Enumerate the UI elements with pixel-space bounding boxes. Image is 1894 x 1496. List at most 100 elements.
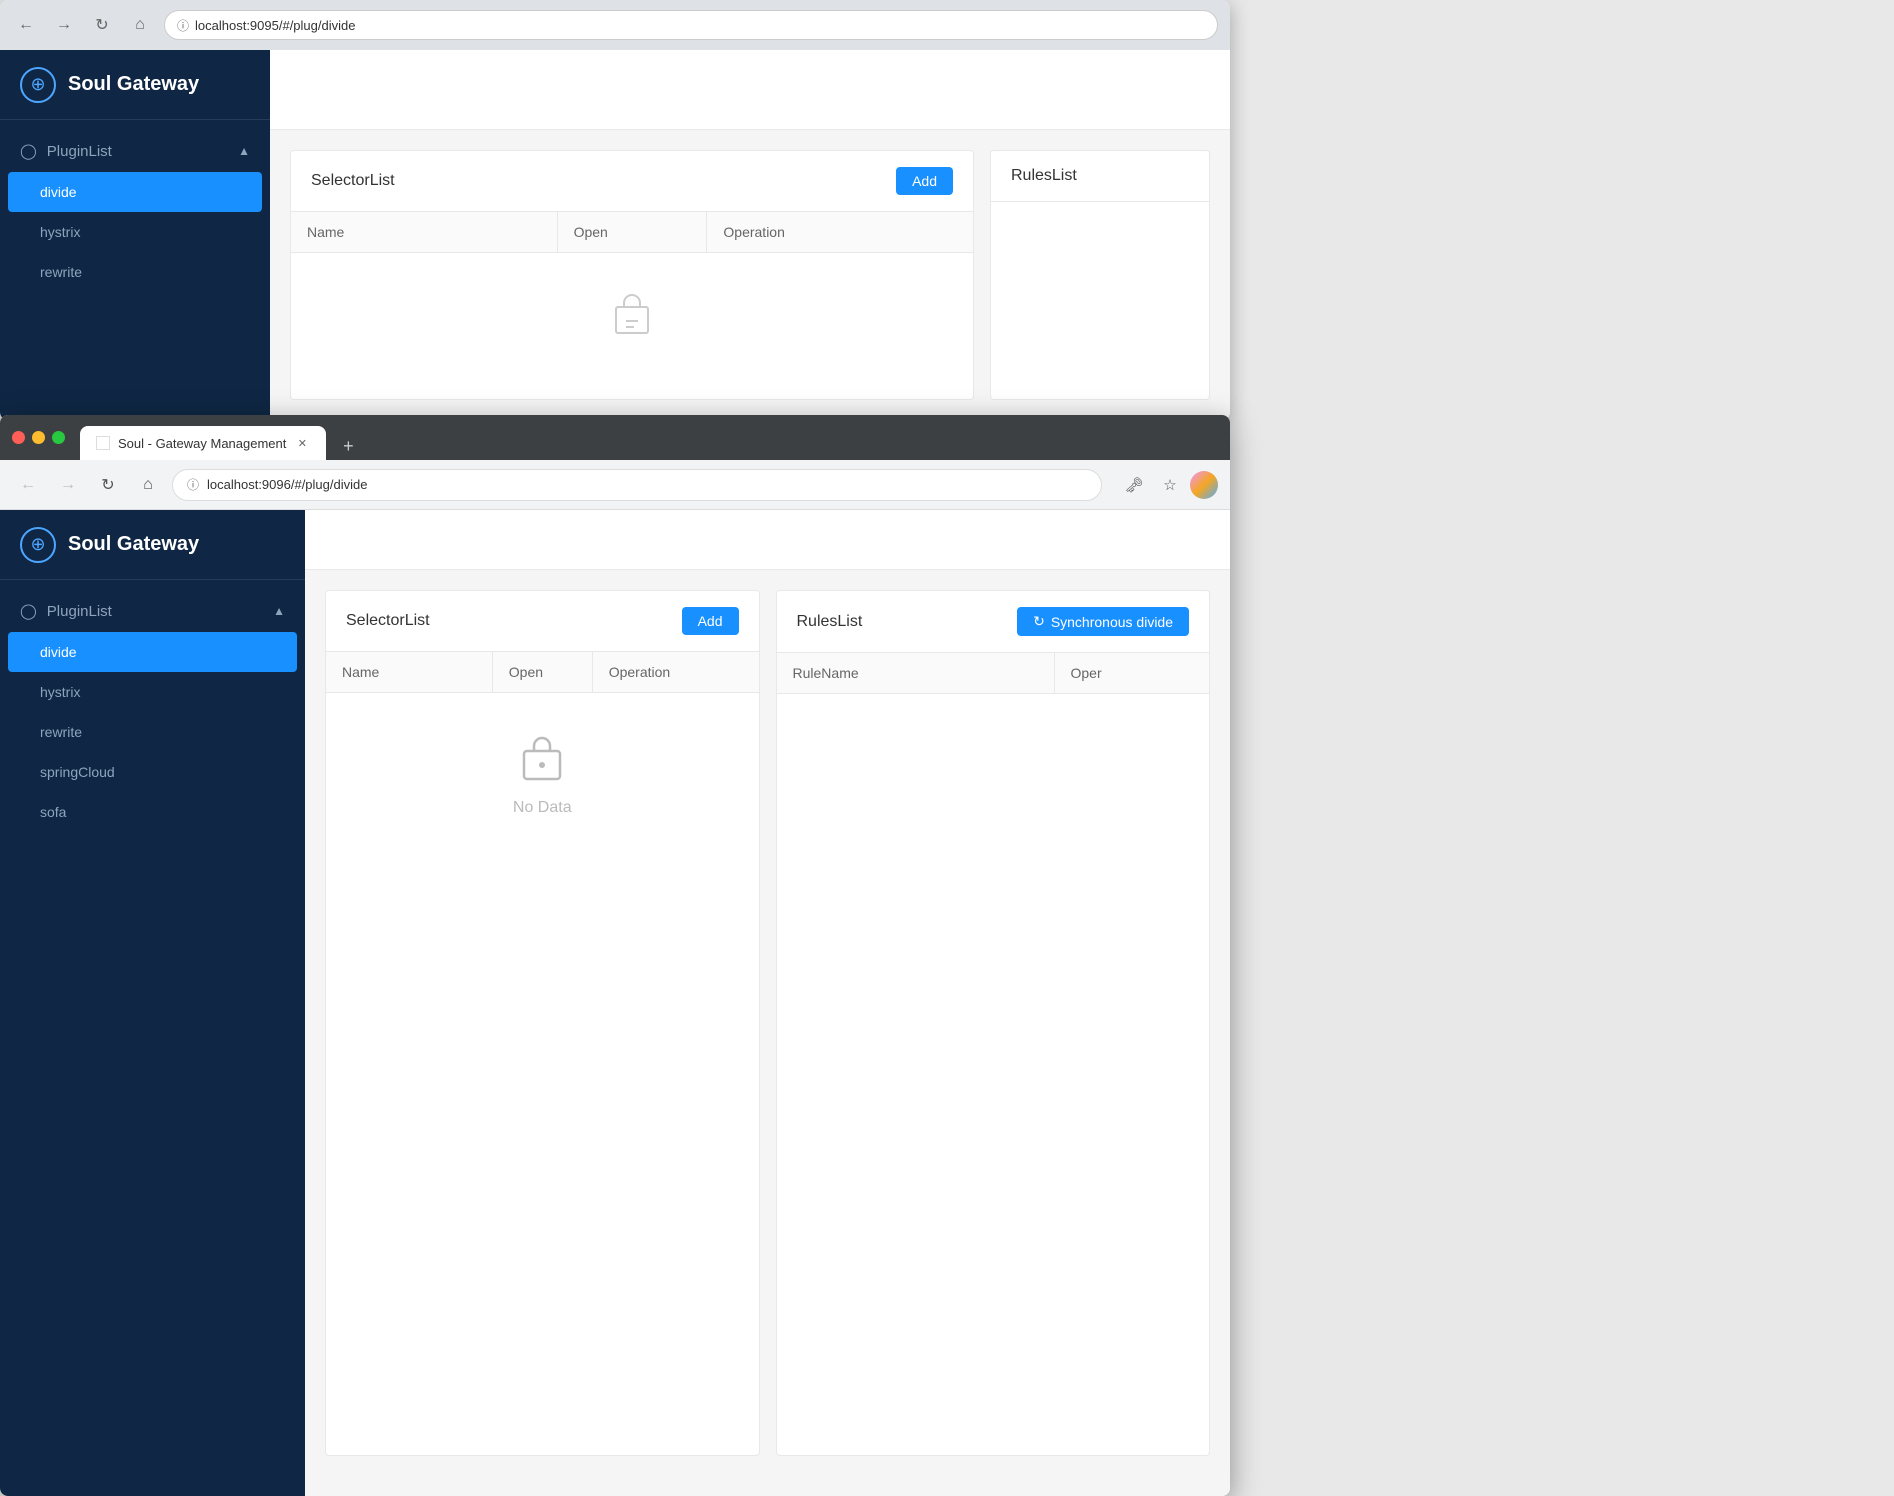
soul-logo-1: ⊕ xyxy=(20,67,56,103)
address-bar-2[interactable]: ⓘ localhost:9096/#/plug/divide xyxy=(172,469,1102,501)
no-data-label-2: No Data xyxy=(513,799,572,817)
selector-add-button-1[interactable]: Add xyxy=(896,167,953,195)
browser2-toolbar-icons: 🗝 ☆ xyxy=(1118,469,1218,501)
main-top-1 xyxy=(270,50,1230,130)
sidebar-item-label-divide-2: divide xyxy=(40,644,77,660)
main-top-2 xyxy=(305,510,1230,570)
sidebar-header-1: ⊕ Soul Gateway xyxy=(0,50,270,120)
sync-icon: ↻ xyxy=(1033,613,1045,630)
plugin-list-section-1[interactable]: ◯ PluginList ▲ xyxy=(0,130,270,172)
traffic-lights xyxy=(12,431,65,444)
rules-panel-title-1: RulesList xyxy=(1011,167,1077,185)
sidebar-menu-1: ◯ PluginList ▲ divide hystrix rewrite xyxy=(0,120,270,302)
selector-no-data-2: No Data xyxy=(326,693,759,857)
sidebar-header-2: ⊕ Soul Gateway xyxy=(0,510,305,580)
sidebar-item-label-hystrix-1: hystrix xyxy=(40,224,80,240)
chevron-icon-2: ▲ xyxy=(273,604,285,618)
panels-area-2: SelectorList Add Name Open Operation xyxy=(305,570,1230,1476)
sidebar-item-sofa-2[interactable]: sofa xyxy=(0,792,305,832)
selector-panel-1: SelectorList Add Name Open Operation xyxy=(290,150,974,400)
panels-area-1: SelectorList Add Name Open Operation xyxy=(270,130,1230,420)
selector-panel-header-1: SelectorList Add xyxy=(291,151,973,212)
col-operation-2: Operation xyxy=(593,652,759,692)
sidebar-menu-2: ◯ PluginList ▲ divide hystrix rewrite sp… xyxy=(0,580,305,842)
sidebar-2: ⊕ Soul Gateway ◯ PluginList ▲ divide hys… xyxy=(0,510,305,1496)
selector-panel-title-1: SelectorList xyxy=(311,172,395,190)
sidebar-item-divide-1[interactable]: divide xyxy=(8,172,262,212)
rules-panel-2: RulesList ↻ Synchronous divide RuleName … xyxy=(776,590,1211,1456)
address-bar-1[interactable]: ⓘ localhost:9095/#/plug/divide xyxy=(164,10,1218,40)
selector-panel-title-2: SelectorList xyxy=(346,612,430,630)
plugin-list-section-2[interactable]: ◯ PluginList ▲ xyxy=(0,590,305,632)
selector-panel-header-2: SelectorList Add xyxy=(326,591,759,652)
sync-button[interactable]: ↻ Synchronous divide xyxy=(1017,607,1189,636)
browser1-content: ⊕ Soul Gateway ◯ PluginList ▲ divide hys… xyxy=(0,50,1230,420)
selector-table-header-1: Name Open Operation xyxy=(291,212,973,253)
col-open-1: Open xyxy=(558,212,708,252)
sync-label: Synchronous divide xyxy=(1051,614,1173,630)
new-tab-button[interactable]: + xyxy=(334,432,362,460)
sidebar-item-hystrix-2[interactable]: hystrix xyxy=(0,672,305,712)
col-name-2: Name xyxy=(326,652,493,692)
sidebar-item-label-springcloud-2: springCloud xyxy=(40,764,115,780)
chevron-icon-1: ▲ xyxy=(238,144,250,158)
key-icon[interactable]: 🗝 xyxy=(1118,469,1150,501)
forward-button-2[interactable]: → xyxy=(52,469,84,501)
rules-panel-header-1: RulesList xyxy=(991,151,1209,202)
sidebar-1: ⊕ Soul Gateway ◯ PluginList ▲ divide hys… xyxy=(0,50,270,420)
back-button-2[interactable]: ← xyxy=(12,469,44,501)
sidebar-item-springcloud-2[interactable]: springCloud xyxy=(0,752,305,792)
sidebar-item-hystrix-1[interactable]: hystrix xyxy=(0,212,270,252)
browser-window-2: Soul - Gateway Management ✕ + ← → ↻ ⌂ ⓘ … xyxy=(0,415,1230,1496)
sidebar-item-label-sofa-2: sofa xyxy=(40,804,66,820)
rules-panel-title-2: RulesList xyxy=(797,613,863,631)
reload-button-1[interactable]: ↻ xyxy=(88,11,116,39)
browser-window-1: ← → ↻ ⌂ ⓘ localhost:9095/#/plug/divide ⊕… xyxy=(0,0,1230,420)
browser1-chrome: ← → ↻ ⌂ ⓘ localhost:9095/#/plug/divide xyxy=(0,0,1230,50)
selector-add-button-2[interactable]: Add xyxy=(682,607,739,635)
back-button-1[interactable]: ← xyxy=(12,11,40,39)
tab-title: Soul - Gateway Management xyxy=(118,436,286,451)
selector-table-header-2: Name Open Operation xyxy=(326,652,759,693)
browser2-content: ⊕ Soul Gateway ◯ PluginList ▲ divide hys… xyxy=(0,510,1230,1496)
sidebar-item-label-divide-1: divide xyxy=(40,184,77,200)
home-button-2[interactable]: ⌂ xyxy=(132,469,164,501)
rules-table-header-2: RuleName Oper xyxy=(777,653,1210,694)
user-avatar[interactable] xyxy=(1190,471,1218,499)
bookmark-icon[interactable]: ☆ xyxy=(1154,469,1186,501)
rules-panel-1: RulesList xyxy=(990,150,1210,400)
plugin-list-icon-1: ◯ xyxy=(20,142,37,160)
selector-no-data-1 xyxy=(291,253,973,381)
reload-button-2[interactable]: ↻ xyxy=(92,469,124,501)
main-content-2: SelectorList Add Name Open Operation xyxy=(305,510,1230,1496)
sidebar-item-divide-2[interactable]: divide xyxy=(8,632,297,672)
sidebar-item-rewrite-1[interactable]: rewrite xyxy=(0,252,270,292)
tab-active[interactable]: Soul - Gateway Management ✕ xyxy=(80,426,326,460)
maximize-traffic-light[interactable] xyxy=(52,431,65,444)
rules-panel-header-2: RulesList ↻ Synchronous divide xyxy=(777,591,1210,653)
col-open-2: Open xyxy=(493,652,593,692)
sidebar-item-label-hystrix-2: hystrix xyxy=(40,684,80,700)
soul-logo-2: ⊕ xyxy=(20,527,56,563)
selector-panel-2: SelectorList Add Name Open Operation xyxy=(325,590,760,1456)
minimize-traffic-light[interactable] xyxy=(32,431,45,444)
url-text-1: localhost:9095/#/plug/divide xyxy=(195,18,355,33)
url-text-2: localhost:9096/#/plug/divide xyxy=(207,477,367,492)
tab-bar: Soul - Gateway Management ✕ + xyxy=(80,415,1218,460)
sidebar-title-1: Soul Gateway xyxy=(68,73,199,96)
plugin-list-icon-2: ◯ xyxy=(20,602,37,620)
sidebar-item-rewrite-2[interactable]: rewrite xyxy=(0,712,305,752)
col-oper-2: Oper xyxy=(1055,653,1210,693)
tab-close-button[interactable]: ✕ xyxy=(294,435,310,451)
sidebar-title-2: Soul Gateway xyxy=(68,533,199,556)
close-traffic-light[interactable] xyxy=(12,431,25,444)
forward-button-1[interactable]: → xyxy=(50,11,78,39)
tab-favicon xyxy=(96,436,110,450)
sidebar-item-label-rewrite-2: rewrite xyxy=(40,724,82,740)
browser2-nav: ← → ↻ ⌂ ⓘ localhost:9096/#/plug/divide 🗝… xyxy=(0,460,1230,510)
plugin-list-label-2: PluginList xyxy=(47,603,112,620)
main-content-1: SelectorList Add Name Open Operation xyxy=(270,50,1230,420)
sidebar-item-label-rewrite-1: rewrite xyxy=(40,264,82,280)
home-button-1[interactable]: ⌂ xyxy=(126,11,154,39)
browser2-chrome: Soul - Gateway Management ✕ + xyxy=(0,415,1230,460)
